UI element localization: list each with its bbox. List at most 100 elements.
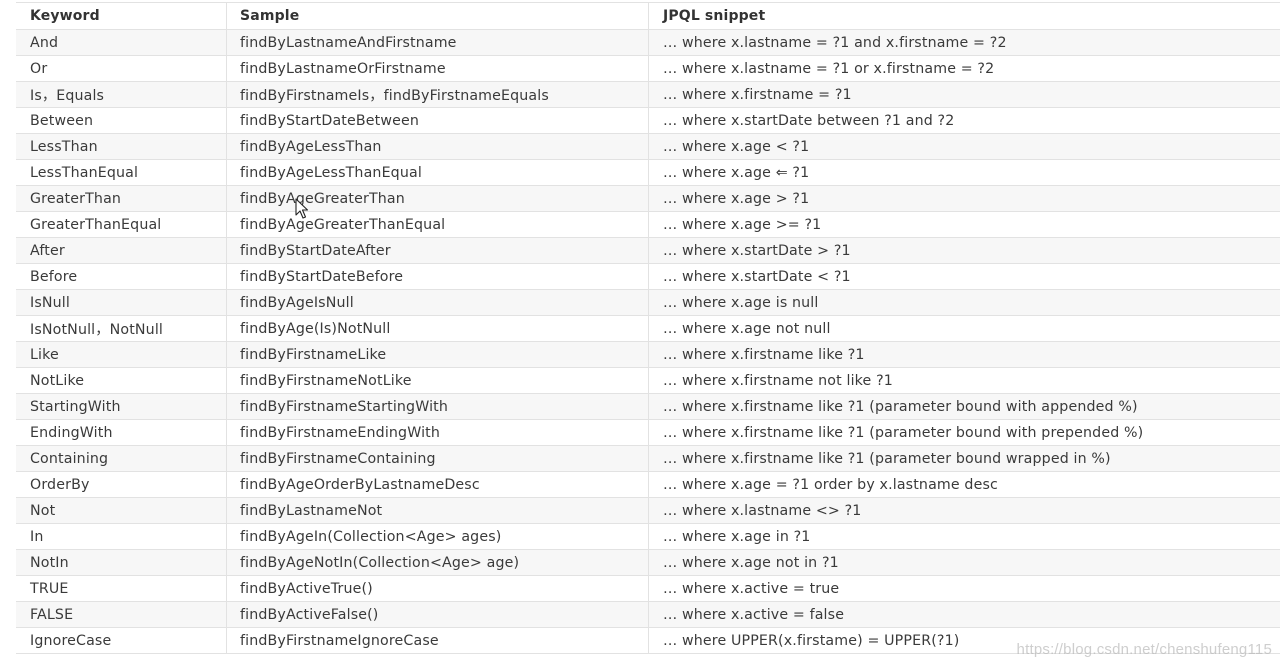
cell-keyword: TRUE [16,576,227,601]
table-row: IsNull findByAgeIsNull … where x.age is nu… [16,290,1280,316]
table-row: Or findByLastnameOrFirstname … where x.las… [16,56,1280,82]
cell-jpql-snippet: … where x.age = ?1 order by x.lastname d… [663,476,998,493]
table-row: And findByLastnameAndFirstname … where x.l… [16,30,1280,56]
cell-sample: findByAgeLessThanEqual [227,160,649,185]
table-row: IsNotNull，NotNull findByAge(Is)NotNull … w… [16,316,1280,342]
table-row: OrderBy findByAgeOrderByLastnameDesc … whe… [16,472,1280,498]
cell-keyword: LessThan [16,134,227,159]
cell-keyword: GreaterThan [16,186,227,211]
cell-keyword: Between [16,108,227,133]
cell-jpql-snippet: … where x.lastname = ?1 and x.firstname … [663,34,1007,51]
table-row: NotLike findByFirstnameNotLike … where x.f… [16,368,1280,394]
cell-sample: findByFirstnameLike [227,342,649,367]
cell-jpql-snippet: … where x.age < ?1 [663,138,810,155]
cell-sample: findByAgeGreaterThan [227,186,649,211]
table-row: FALSE findByActiveFalse() … where x.active… [16,602,1280,628]
cell-sample: findByAgeIn(Collection<Age> ages) [227,524,649,549]
cell-jpql-snippet: … where x.active = false [663,606,845,623]
table-row: EndingWith findByFirstnameEndingWith … whe… [16,420,1280,446]
table-header-row: Keyword Sample JPQL snippet [16,3,1280,30]
cell-sample: findByAgeOrderByLastnameDesc [227,472,649,497]
cell-sample: findByStartDateBetween [227,108,649,133]
table-row: LessThan findByAgeLessThan … where x.age <… [16,134,1280,160]
cell-jpql-snippet: … where x.firstname like ?1 (parameter b… [663,450,1111,467]
cell-jpql-snippet: … where x.age is null [663,294,819,311]
cell-sample: findByAgeGreaterThanEqual [227,212,649,237]
cell-jpql-snippet: … where x.startDate between ?1 and ?2 [663,112,955,129]
cell-sample: findByFirstnameIs，findByFirstnameEquals [227,82,649,107]
table-row: GreaterThanEqual findByAgeGreaterThanEqua… [16,212,1280,238]
cell-jpql-snippet: … where x.age >= ?1 [663,216,822,233]
cell-sample: findByFirstnameEndingWith [227,420,649,445]
table-row: Not findByLastnameNot … where x.lastname <… [16,498,1280,524]
cell-sample: findByLastnameOrFirstname [227,56,649,81]
cell-keyword: NotLike [16,368,227,393]
cell-keyword: IgnoreCase [16,628,227,653]
table-row: Before findByStartDateBefore … where x.sta… [16,264,1280,290]
table-row: TRUE findByActiveTrue() … where x.active =… [16,576,1280,602]
cell-jpql-snippet: … where x.startDate < ?1 [663,268,851,285]
watermark-text: https://blog.csdn.net/chenshufeng115 [1016,641,1272,658]
cell-sample: findByAgeIsNull [227,290,649,315]
cell-sample: findByLastnameNot [227,498,649,523]
cell-jpql-snippet: … where x.age not null [663,320,831,337]
table-row: After findByStartDateAfter … where x.start… [16,238,1280,264]
cell-sample: findByLastnameAndFirstname [227,30,649,55]
cell-sample: findByFirstnameIgnoreCase [227,628,649,653]
cell-jpql-snippet: … where x.firstname = ?1 [663,86,852,103]
cell-keyword: After [16,238,227,263]
table-row: Containing findByFirstnameContaining … whe… [16,446,1280,472]
table-row: In findByAgeIn(Collection<Age> ages) … whe… [16,524,1280,550]
cell-jpql-snippet: … where x.age > ?1 [663,190,810,207]
cell-keyword: GreaterThanEqual [16,212,227,237]
cell-jpql-snippet: … where x.active = true [663,580,840,597]
table-row: StartingWith findByFirstnameStartingWith …… [16,394,1280,420]
cell-keyword: OrderBy [16,472,227,497]
keywords-table: Keyword Sample JPQL snippet And findByLas… [16,2,1280,654]
cell-sample: findByFirstnameStartingWith [227,394,649,419]
cell-keyword: Containing [16,446,227,471]
table-row: LessThanEqual findByAgeLessThanEqual … whe… [16,160,1280,186]
cell-keyword: LessThanEqual [16,160,227,185]
table-row: Is，Equals findByFirstnameIs，findByFirstna… [16,82,1280,108]
header-jpql-snippet: JPQL snippet [663,8,766,24]
cell-keyword: Like [16,342,227,367]
cell-keyword: IsNotNull，NotNull [16,316,227,341]
cell-keyword: IsNull [16,290,227,315]
table-row: NotIn findByAgeNotIn(Collection<Age> age)… [16,550,1280,576]
cell-jpql-snippet: … where x.startDate > ?1 [663,242,851,259]
cell-keyword: StartingWith [16,394,227,419]
table-row: Between findByStartDateBetween … where x.s… [16,108,1280,134]
header-keyword: Keyword [16,3,227,29]
cell-jpql-snippet: … where x.lastname <> ?1 [663,502,862,519]
header-sample: Sample [227,3,649,29]
cell-sample: findByStartDateAfter [227,238,649,263]
cell-keyword: And [16,30,227,55]
cell-sample: findByStartDateBefore [227,264,649,289]
cell-jpql-snippet: … where x.age in ?1 [663,528,811,545]
cell-sample: findByAgeLessThan [227,134,649,159]
cell-keyword: Not [16,498,227,523]
cell-sample: findByAge(Is)NotNull [227,316,649,341]
cell-keyword: Is，Equals [16,82,227,107]
cell-keyword: In [16,524,227,549]
cell-keyword: FALSE [16,602,227,627]
cell-keyword: Or [16,56,227,81]
mouse-pointer-icon [295,198,309,219]
cell-sample: findByFirstnameContaining [227,446,649,471]
table-row: Like findByFirstnameLike … where x.firstna… [16,342,1280,368]
cell-jpql-snippet: … where x.age not in ?1 [663,554,839,571]
cell-sample: findByActiveFalse() [227,602,649,627]
table-row: GreaterThan findByAgeGreaterThan … where x… [16,186,1280,212]
cell-jpql-snippet: … where x.age ⇐ ?1 [663,164,810,181]
cell-keyword: EndingWith [16,420,227,445]
cell-keyword: NotIn [16,550,227,575]
cell-sample: findByFirstnameNotLike [227,368,649,393]
cell-sample: findByActiveTrue() [227,576,649,601]
cell-jpql-snippet: … where x.lastname = ?1 or x.firstname =… [663,60,995,77]
cell-jpql-snippet: … where x.firstname not like ?1 [663,372,893,389]
cell-jpql-snippet: … where x.firstname like ?1 (parameter b… [663,398,1138,415]
table-body: And findByLastnameAndFirstname … where x.l… [16,30,1280,654]
cell-keyword: Before [16,264,227,289]
cell-sample: findByAgeNotIn(Collection<Age> age) [227,550,649,575]
